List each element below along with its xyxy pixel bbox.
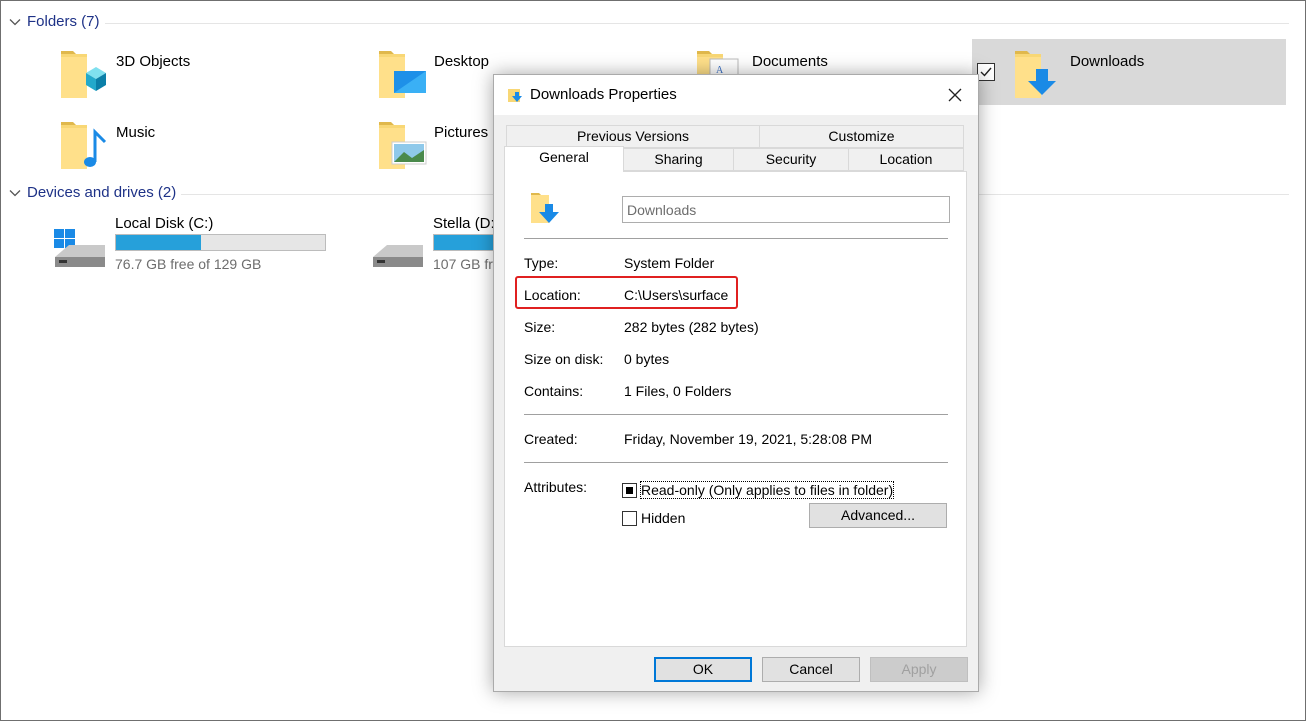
created-label: Created: [524,431,578,447]
size-on-disk-label: Size on disk: [524,351,604,367]
explorer-window: Folders (7) 3D Objects Desktop A Documen… [0,0,1306,721]
tab-previous-versions[interactable]: Previous Versions [506,125,760,148]
advanced-button[interactable]: Advanced... [809,503,947,528]
tab-general[interactable]: General [504,146,624,172]
chevron-down-icon[interactable] [9,187,21,199]
tab-security[interactable]: Security [733,148,849,171]
folder-item-music[interactable]: Music [58,116,358,182]
apply-button[interactable]: Apply [870,657,968,682]
drive-usage-bar [115,234,326,251]
chevron-down-icon[interactable] [9,16,21,28]
downloads-folder-icon [508,89,522,102]
drive-free-space: 76.7 GB free of 129 GB [115,256,262,272]
downloads-folder-icon [531,193,559,223]
properties-dialog: Downloads Properties Previous Versions C… [493,74,979,692]
location-value: C:\Users\surface [624,287,729,303]
tab-sharing[interactable]: Sharing [623,148,734,171]
drives-group-title[interactable]: Devices and drives (2) [27,184,176,201]
location-label: Location: [524,287,581,303]
downloads-folder-icon [1015,51,1056,98]
folder-label: Documents [752,53,828,70]
ok-button[interactable]: OK [654,657,752,682]
music-folder-icon [61,122,107,169]
size-value: 282 bytes (282 bytes) [624,319,759,335]
drive-usage-fill [434,235,497,250]
cancel-button[interactable]: Cancel [762,657,860,682]
separator [524,462,948,463]
hidden-label: Hidden [641,510,686,526]
folder-label: Downloads [1070,53,1145,70]
hidden-checkbox-row[interactable]: Hidden [622,509,685,527]
folder-label: Pictures [434,124,489,141]
tab-customize[interactable]: Customize [759,125,964,148]
readonly-checkbox-row[interactable]: Read-only (Only applies to files in fold… [622,481,895,499]
drive-item-c[interactable]: Local Disk (C:) 76.7 GB free of 129 GB [53,215,353,275]
drive-usage-fill [116,235,201,250]
close-button[interactable] [932,75,978,115]
windows-drive-icon [54,229,105,267]
selection-checkbox[interactable] [977,63,995,81]
attributes-label: Attributes: [524,479,588,495]
folder-label: Desktop [434,53,490,70]
folder-label: 3D Objects [116,53,191,70]
dialog-titlebar[interactable]: Downloads Properties [494,75,978,115]
pictures-folder-icon [379,122,427,169]
dialog-title: Downloads Properties [530,86,677,103]
general-tab-panel: Type: System Folder Location: C:\Users\s… [504,171,967,647]
folder-label: Music [116,124,156,141]
folder-item-3d-objects[interactable]: 3D Objects [58,45,358,111]
folders-group-title[interactable]: Folders (7) [27,13,100,30]
separator [524,238,948,239]
drive-name: Stella (D: [433,215,495,232]
desktop-folder-icon [379,51,426,98]
type-label: Type: [524,255,559,271]
contains-value: 1 Files, 0 Folders [624,383,732,399]
folder-item-downloads[interactable]: Downloads [972,39,1286,105]
drive-name: Local Disk (C:) [115,215,214,232]
size-on-disk-value: 0 bytes [624,351,670,367]
hidden-checkbox[interactable] [622,510,637,526]
3d-objects-folder-icon [61,51,106,98]
size-label: Size: [524,319,556,335]
created-value: Friday, November 19, 2021, 5:28:08 PM [624,431,872,447]
type-value: System Folder [624,255,715,271]
separator [524,414,948,415]
readonly-label: Read-only (Only applies to files in fold… [639,481,895,499]
tab-location[interactable]: Location [848,148,964,171]
drive-icon [373,245,423,267]
group-divider [105,23,1289,24]
readonly-checkbox[interactable] [622,482,637,498]
check-icon [980,67,992,77]
contains-label: Contains: [524,383,584,399]
close-icon [948,88,962,102]
folder-name-input[interactable] [622,196,950,223]
drive-free-space: 107 GB fr [433,256,493,272]
